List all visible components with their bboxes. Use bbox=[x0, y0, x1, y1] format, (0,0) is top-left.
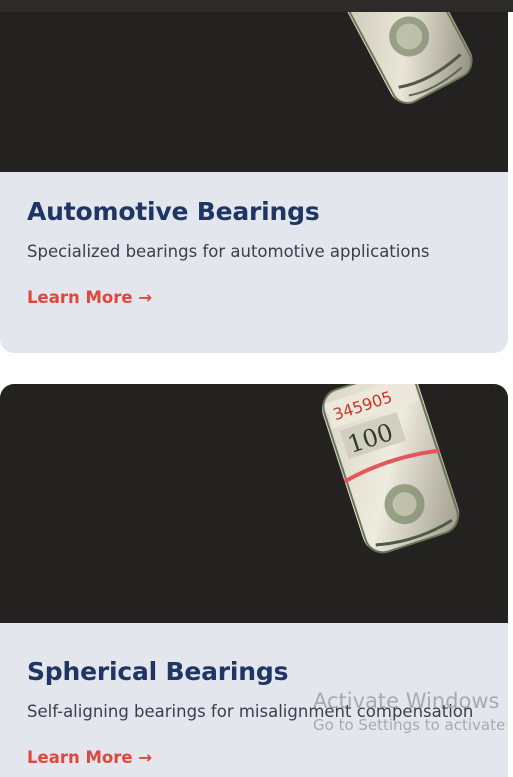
card-title: Automotive Bearings bbox=[27, 197, 320, 226]
money-roll-image bbox=[339, 0, 473, 105]
page: Automotive Bearings Specialized bearings… bbox=[0, 0, 513, 777]
product-card-spherical: 345905 100 Spherical Bearings Self-align… bbox=[0, 384, 508, 777]
learn-more-link[interactable]: Learn More → bbox=[27, 748, 152, 767]
card-image: 345905 100 bbox=[0, 384, 508, 623]
top-edge-strip bbox=[0, 0, 513, 12]
card-description: Self-aligning bearings for misalignment … bbox=[27, 702, 474, 721]
card-description: Specialized bearings for automotive appl… bbox=[27, 242, 430, 261]
money-roll-image: 345905 100 bbox=[321, 384, 460, 554]
learn-more-link[interactable]: Learn More → bbox=[27, 288, 152, 307]
card-title: Spherical Bearings bbox=[27, 657, 289, 686]
product-card-automotive: Automotive Bearings Specialized bearings… bbox=[0, 0, 508, 353]
card-image bbox=[0, 0, 508, 172]
